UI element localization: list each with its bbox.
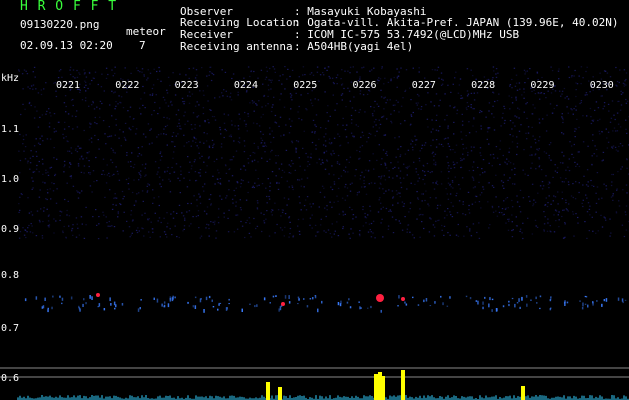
x-tick-label: 0223	[174, 80, 199, 91]
x-tick-label: 0225	[293, 80, 318, 91]
level-peak	[521, 386, 525, 400]
x-tick-label: 0230	[589, 80, 614, 91]
meteor-head	[281, 302, 285, 306]
level-peak	[266, 382, 270, 400]
y-unit-label: kHz	[1, 73, 20, 84]
receiver-key: Receiver	[180, 28, 233, 41]
y-tick-label: 0.9	[1, 224, 20, 235]
timestamp: 02.09.13 02:20	[20, 39, 113, 52]
level-peak	[401, 370, 405, 400]
meteor-label: meteor	[126, 25, 166, 38]
meteor-head	[376, 294, 384, 302]
spectrogram-background	[0, 66, 629, 400]
x-tick-label: 0224	[233, 80, 258, 91]
spectrogram-panel	[0, 66, 629, 400]
antenna-key: Receiving antenna	[180, 40, 293, 53]
level-peak	[374, 374, 378, 400]
location-value: : Ogata-vill. Akita-Pref. JAPAN (139.96E…	[294, 16, 619, 29]
file-name: 09130220.png	[20, 18, 100, 31]
x-tick-label: 0226	[352, 80, 377, 91]
x-tick-label: 0222	[115, 80, 140, 91]
location-key: Receiving Location	[180, 16, 300, 29]
level-peak	[278, 387, 282, 400]
meteor-head	[96, 293, 100, 297]
y-tick-label: 0.8	[1, 270, 20, 281]
x-tick-label: 0228	[471, 80, 496, 91]
y-tick-label: 0.7	[1, 323, 20, 334]
x-tick-label: 0221	[56, 80, 81, 91]
y-tick-label: 1.1	[1, 124, 20, 135]
meteor-count: 7	[139, 39, 146, 52]
receiver-value: : ICOM IC-575 53.7492(@LCD)MHz USB	[294, 28, 520, 41]
meteor-head	[401, 297, 405, 301]
antenna-value: : A504HB(yagi 4el)	[294, 40, 414, 53]
x-tick-label: 0229	[530, 80, 555, 91]
y-tick-label: 1.0	[1, 174, 20, 185]
x-tick-label: 0227	[411, 80, 436, 91]
level-peak	[381, 376, 385, 400]
app-title: H R O F F T	[20, 0, 118, 14]
y-tick-label: 0.6	[1, 373, 20, 384]
